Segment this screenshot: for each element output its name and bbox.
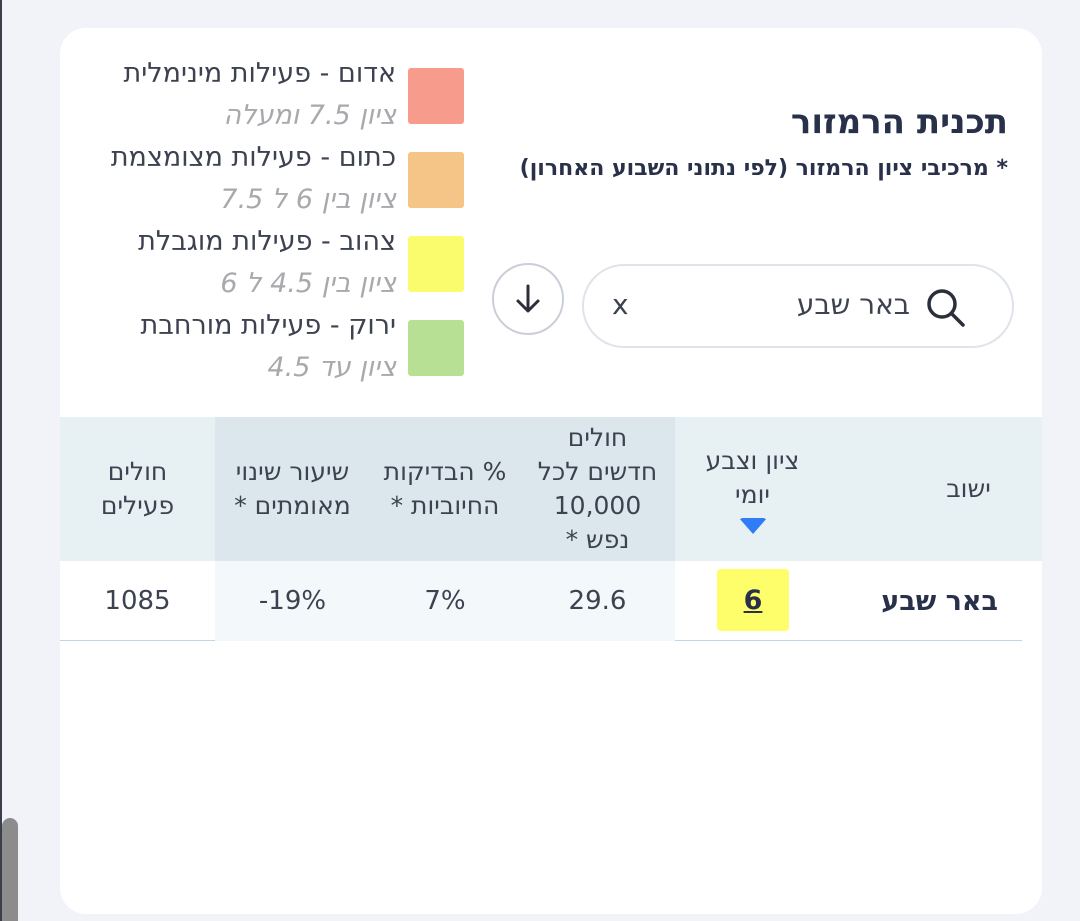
col-header-change-rate-line: שיעור שינוי	[235, 457, 350, 486]
legend-swatch-orange	[408, 152, 464, 208]
scrollbar-thumb[interactable]	[2, 818, 18, 921]
legend-item-red: אדום - פעילות מינימלית ציון 7.5 ומעלה	[60, 58, 480, 142]
col-header-score-line: ציון וצבע	[705, 446, 800, 475]
col-header-active-line: פעילים	[100, 491, 175, 520]
sort-desc-icon[interactable]	[738, 518, 767, 534]
cell-new-cases: 29.6	[568, 586, 627, 616]
legend-range: ציון בין 4.5 ל 6	[220, 268, 396, 299]
col-header-active[interactable]: חולים פעילים	[60, 417, 215, 561]
cell-city[interactable]: באר שבע	[881, 561, 998, 641]
traffic-light-card: תכנית הרמזור * מרכיבי ציון הרמזור (לפי נ…	[60, 28, 1042, 914]
col-header-new-cases-line: חדשים לכל	[537, 457, 658, 486]
search-input[interactable]: x באר שבע	[582, 264, 1014, 348]
col-header-active-line: חולים	[107, 457, 168, 486]
window-edge	[0, 0, 2, 921]
legend-label: כתום - פעילות מצומצמת	[110, 142, 396, 173]
search-value[interactable]: באר שבע	[797, 288, 910, 321]
cell-change-rate: -19%	[258, 586, 327, 616]
cell-active: 1085	[104, 586, 171, 616]
clear-search-button[interactable]: x	[612, 288, 629, 321]
col-header-score[interactable]: ציון וצבע יומי	[675, 417, 830, 561]
col-header-new-cases-line: 10,000	[553, 491, 642, 520]
cell-positive-pct: 7%	[424, 586, 466, 616]
legend-range: ציון 7.5 ומעלה	[223, 100, 396, 131]
col-header-score-line: יומי	[735, 480, 770, 509]
arrow-down-icon	[516, 284, 540, 313]
col-header-new-cases-line: נפש *	[565, 525, 630, 554]
table-row[interactable]: באר שבע 6 29.6 7% -19% 1085	[60, 561, 1022, 641]
col-header-new-cases-line: חולים	[567, 423, 628, 452]
legend-swatch-red	[408, 68, 464, 124]
col-header-positive-pct[interactable]: % הבדיקות החיוביות *	[370, 417, 520, 561]
legend-item-orange: כתום - פעילות מצומצמת ציון בין 6 ל 7.5	[60, 142, 480, 226]
legend-swatch-yellow	[408, 236, 464, 292]
page-title: תכנית הרמזור	[790, 102, 1008, 142]
col-header-positive-pct-line: החיוביות *	[390, 491, 500, 520]
col-header-city[interactable]: ישוב	[895, 417, 1042, 561]
search-icon	[927, 289, 965, 327]
legend-label: ירוק - פעילות מורחבת	[140, 310, 396, 341]
table-header: ישוב ציון וצבע יומי חולים חדשים לכל 10,0…	[60, 417, 1042, 561]
download-button[interactable]	[492, 263, 564, 335]
legend-item-yellow: צהוב - פעילות מוגבלת ציון בין 4.5 ל 6	[60, 226, 480, 310]
legend-item-green: ירוק - פעילות מורחבת ציון עד 4.5	[60, 310, 480, 394]
legend-label: צהוב - פעילות מוגבלת	[138, 226, 396, 257]
col-header-new-cases[interactable]: חולים חדשים לכל 10,000 נפש *	[520, 417, 675, 561]
cell-score-badge[interactable]: 6	[717, 569, 789, 631]
col-header-positive-pct-line: % הבדיקות	[383, 457, 507, 486]
col-header-change-rate[interactable]: שיעור שינוי מאומתים *	[215, 417, 370, 561]
page-subtitle: * מרכיבי ציון הרמזור (לפי נתוני השבוע הא…	[519, 156, 1008, 181]
legend-range: ציון עד 4.5	[267, 352, 396, 383]
legend-label: אדום - פעילות מינימלית	[123, 58, 397, 89]
legend-swatch-green	[408, 320, 464, 376]
col-header-change-rate-line: מאומתים *	[234, 491, 351, 520]
col-header-city-label: ישוב	[946, 474, 991, 503]
legend-range: ציון בין 6 ל 7.5	[220, 184, 396, 215]
